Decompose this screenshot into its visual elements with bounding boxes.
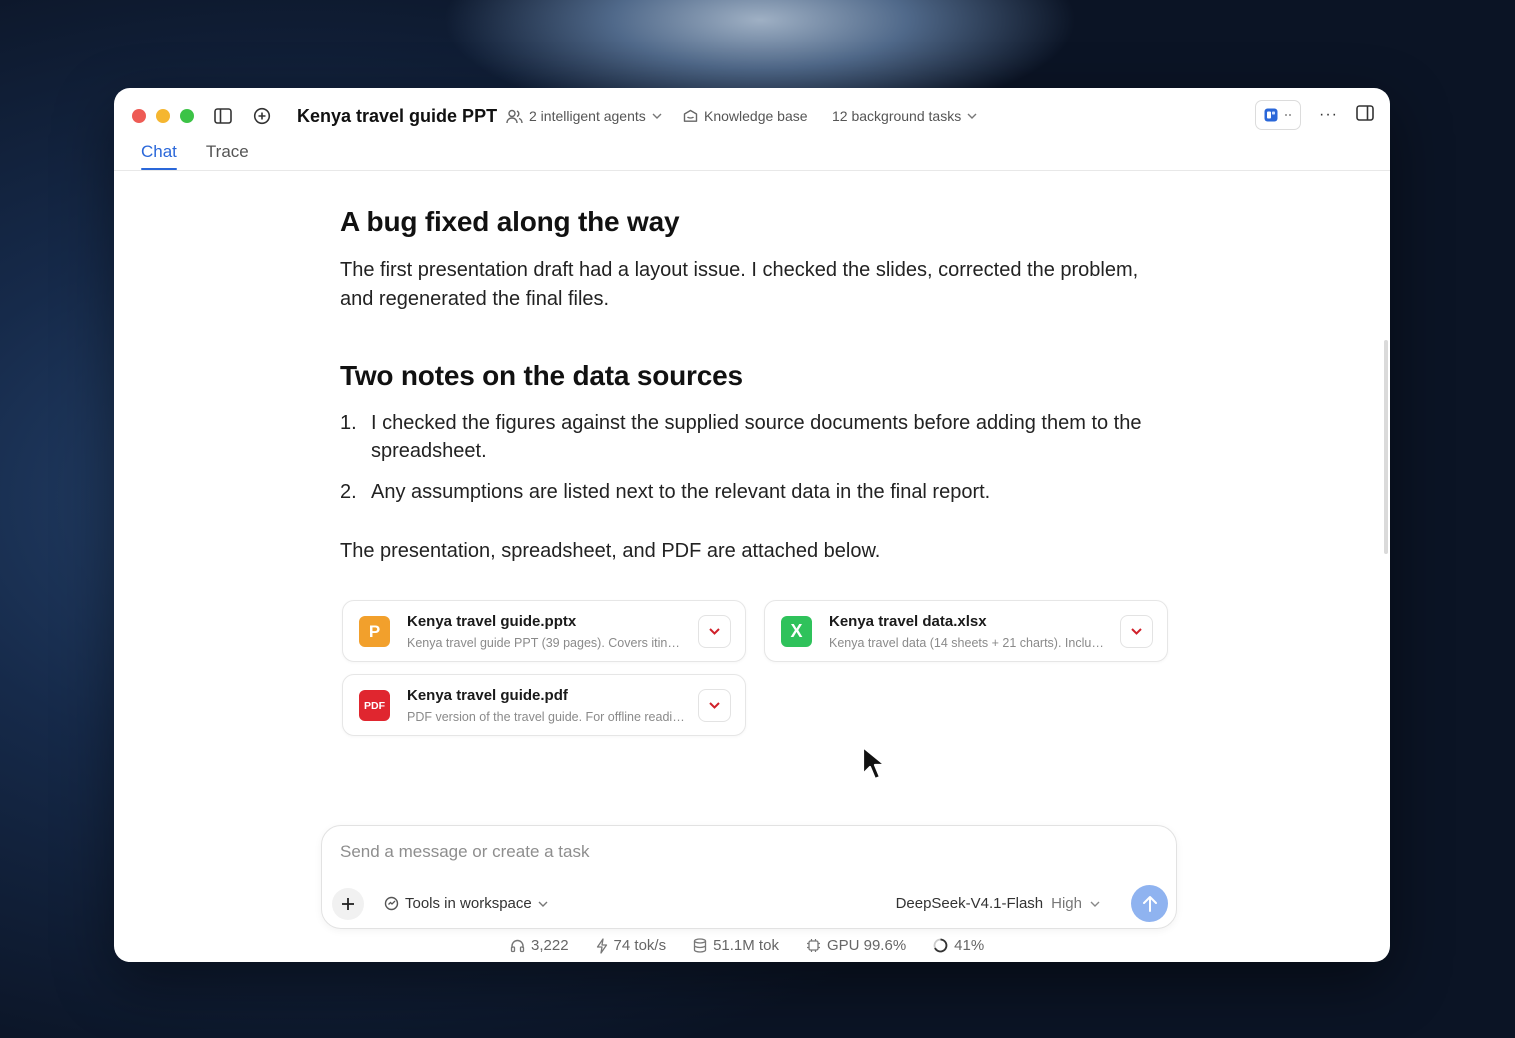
header-divider (114, 170, 1390, 171)
chevron-down-icon (652, 113, 662, 119)
xlsx-file-icon: X (781, 616, 812, 647)
attachment-expand-button[interactable] (698, 689, 731, 722)
tools-icon (384, 896, 399, 911)
tools-label: Tools in workspace (405, 895, 532, 912)
attachment-name: Kenya travel guide.pptx (407, 613, 577, 630)
users-icon (506, 109, 523, 123)
attachment-name: Kenya travel guide.pdf (407, 687, 568, 704)
model-selector[interactable]: DeepSeek-V4.1-Flash High (896, 895, 1100, 912)
status-count-value: 3,222 (531, 937, 569, 954)
message-composer: Tools in workspace DeepSeek-V4.1-Flash H… (321, 825, 1177, 929)
tab-chat[interactable]: Chat (141, 142, 177, 170)
new-chat-icon[interactable] (251, 105, 273, 127)
attachment-expand-button[interactable] (1120, 615, 1153, 648)
mouse-cursor-icon (861, 745, 887, 781)
progress-ring-icon (933, 938, 948, 953)
chevron-down-icon (709, 702, 720, 709)
chevron-down-icon (967, 113, 977, 119)
reasoning-effort: High (1051, 895, 1082, 912)
attachment-description: PDF version of the travel guide. For off… (407, 710, 685, 724)
attachment-description: Kenya travel data (14 sheets + 21 charts… (829, 636, 1107, 650)
agents-label: 2 intelligent agents (529, 108, 646, 124)
pdf-file-icon: PDF (359, 690, 390, 721)
message-content: A bug fixed along the way The first pres… (340, 206, 1180, 566)
status-progress: 41% (933, 937, 984, 954)
chip-icon (806, 939, 820, 952)
status-gpu-value: GPU 99.6% (826, 937, 907, 954)
status-progress-value: 41% (954, 937, 985, 954)
arrow-up-icon (1142, 895, 1157, 912)
attachment-name: Kenya travel data.xlsx (829, 613, 987, 630)
section-heading: A bug fixed along the way (340, 206, 680, 237)
list-text: Any assumptions are listed next to the r… (371, 481, 991, 503)
status-gpu: GPU 99.6% (806, 937, 906, 954)
sidebar-toggle-icon[interactable] (212, 105, 234, 127)
chevron-down-icon (1131, 628, 1142, 635)
status-tokens-value: 51.1M tok (713, 937, 779, 954)
attachment-expand-button[interactable] (698, 615, 731, 648)
list-item: 1. I checked the figures against the sup… (340, 409, 1170, 465)
database-icon (693, 938, 707, 953)
message-input[interactable] (340, 842, 1120, 862)
section-paragraph: The first presentation draft had a layou… (340, 259, 1139, 310)
more-options-icon[interactable]: ··· (1319, 106, 1338, 124)
tools-dropdown[interactable]: Tools in workspace (384, 895, 548, 912)
knowledge-base-icon (683, 109, 698, 122)
lightning-icon (596, 937, 607, 954)
attachment-card[interactable]: P Kenya travel guide.pptx Kenya travel g… (342, 600, 746, 662)
pptx-file-icon: P (359, 616, 390, 647)
chevron-down-icon (1090, 901, 1100, 907)
scrollbar[interactable] (1384, 340, 1388, 554)
list-number: 2. (340, 481, 357, 503)
close-window-button[interactable] (132, 109, 146, 123)
add-attachment-button[interactable] (332, 888, 364, 920)
chevron-down-icon (538, 901, 548, 907)
notes-list: 1. I checked the figures against the sup… (340, 409, 1170, 506)
attachment-card[interactable]: PDF Kenya travel guide.pdf PDF version o… (342, 674, 746, 736)
maximize-window-button[interactable] (180, 109, 194, 123)
headset-icon (510, 939, 525, 953)
view-switcher[interactable] (1255, 100, 1302, 130)
minimize-window-button[interactable] (156, 109, 170, 123)
ellipsis-icon (1285, 114, 1292, 116)
attachment-description: Kenya travel guide PPT (39 pages). Cover… (407, 636, 685, 650)
knowledge-base-label: Knowledge base (704, 108, 808, 124)
list-text: I checked the figures against the suppli… (371, 412, 1142, 462)
app-window: Kenya travel guide PPT 2 intelligent age… (114, 88, 1390, 962)
tab-trace[interactable]: Trace (206, 142, 249, 169)
plus-icon (342, 898, 354, 910)
status-tokens: 51.1M tok (693, 937, 779, 954)
app-icon (1264, 108, 1278, 122)
list-item: 2. Any assumptions are listed next to th… (340, 478, 1170, 506)
send-button[interactable] (1131, 885, 1168, 922)
status-count: 3,222 (510, 937, 569, 954)
agents-dropdown[interactable]: 2 intelligent agents (506, 108, 662, 124)
attachments-note: The presentation, spreadsheet, and PDF a… (340, 540, 881, 562)
attachment-card[interactable]: X Kenya travel data.xlsx Kenya travel da… (764, 600, 1168, 662)
status-bar: 3,222 74 tok/s 51.1M tok GPU 99.6% 41% (510, 937, 984, 954)
chevron-down-icon (709, 628, 720, 635)
status-speed-value: 74 tok/s (613, 937, 667, 954)
list-number: 1. (340, 412, 357, 434)
background-tasks-label: 12 background tasks (832, 108, 962, 124)
model-name: DeepSeek-V4.1-Flash (895, 895, 1044, 912)
title-bar: Kenya travel guide PPT 2 intelligent age… (114, 88, 1390, 146)
page-title: Kenya travel guide PPT (297, 106, 498, 126)
tab-bar: Chat Trace (141, 142, 249, 170)
section-heading: Two notes on the data sources (340, 360, 743, 391)
background-tasks-dropdown[interactable]: 12 background tasks (832, 108, 977, 124)
right-panel-toggle-icon[interactable] (1356, 104, 1374, 126)
status-speed: 74 tok/s (596, 937, 667, 954)
knowledge-base-button[interactable]: Knowledge base (683, 108, 808, 124)
